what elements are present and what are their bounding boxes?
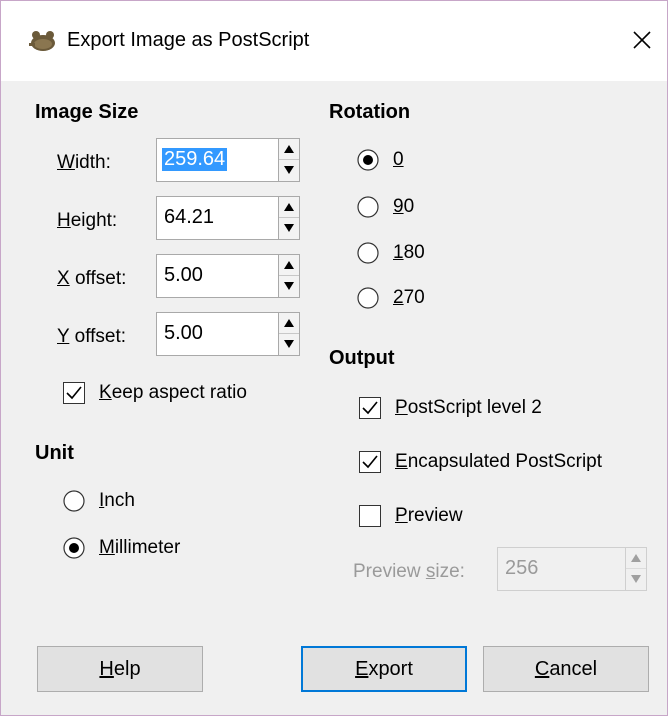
x-offset-spinbox[interactable]: 5.00: [156, 254, 300, 298]
gimp-app-icon: [29, 31, 55, 51]
unit-millimeter-label: Millimeter: [99, 537, 181, 558]
arrow-up-icon: [631, 554, 641, 562]
width-spinbox[interactable]: 259.64: [156, 138, 300, 182]
rotation-180-radio[interactable]: [357, 242, 379, 264]
y-offset-spinbox[interactable]: 5.00: [156, 312, 300, 356]
title-bar: Export Image as PostScript: [1, 1, 667, 81]
y-offset-label: Y offset:: [57, 326, 127, 347]
image-size-heading: Image Size: [35, 101, 139, 123]
arrow-down-icon: [284, 166, 294, 174]
arrow-down-icon: [631, 575, 641, 583]
postscript-level2-label: PostScript level 2: [395, 397, 542, 418]
arrow-up-icon: [284, 261, 294, 269]
keep-aspect-label: Keep aspect ratio: [99, 382, 247, 403]
rotation-0-label: 0: [393, 149, 404, 170]
x-offset-value[interactable]: 5.00: [164, 264, 203, 287]
x-offset-decrement-button[interactable]: [279, 276, 299, 297]
width-decrement-button[interactable]: [279, 160, 299, 181]
window-title: Export Image as PostScript: [67, 29, 310, 51]
width-increment-button[interactable]: [279, 139, 299, 160]
rotation-heading: Rotation: [329, 101, 411, 123]
arrow-down-icon: [284, 224, 294, 232]
encapsulated-postscript-checkbox[interactable]: [359, 451, 381, 473]
preview-size-increment-button: [626, 548, 646, 569]
postscript-level2-checkbox[interactable]: [359, 397, 381, 419]
rotation-90-label: 90: [393, 196, 415, 217]
width-value[interactable]: 259.64: [162, 148, 228, 171]
rotation-270-label: 270: [393, 287, 425, 308]
arrow-up-icon: [284, 203, 294, 211]
y-offset-increment-button[interactable]: [279, 313, 299, 334]
arrow-up-icon: [284, 319, 294, 327]
export-button[interactable]: Export: [301, 646, 467, 692]
width-label: Width:: [57, 152, 111, 173]
preview-label: Preview: [395, 505, 463, 526]
arrow-down-icon: [284, 340, 294, 348]
y-offset-value[interactable]: 5.00: [164, 322, 203, 345]
height-decrement-button[interactable]: [279, 218, 299, 239]
preview-size-value: 256: [505, 557, 539, 579]
rotation-180-label: 180: [393, 242, 425, 263]
unit-heading: Unit: [35, 442, 74, 464]
preview-size-label: Preview size:: [353, 561, 465, 582]
help-button[interactable]: Help: [37, 646, 203, 692]
preview-checkbox[interactable]: [359, 505, 381, 527]
rotation-90-radio[interactable]: [357, 196, 379, 218]
preview-size-spinbox: 256: [497, 547, 647, 591]
arrow-up-icon: [284, 145, 294, 153]
x-offset-increment-button[interactable]: [279, 255, 299, 276]
y-offset-decrement-button[interactable]: [279, 334, 299, 355]
unit-inch-label: Inch: [99, 490, 135, 511]
output-heading: Output: [329, 347, 395, 369]
unit-millimeter-radio[interactable]: [63, 537, 85, 559]
height-label: Height:: [57, 210, 118, 231]
keep-aspect-checkbox[interactable]: [63, 382, 85, 404]
rotation-270-radio[interactable]: [357, 287, 379, 309]
export-dialog: Export Image as PostScript Image Size Wi…: [0, 0, 668, 716]
arrow-down-icon: [284, 282, 294, 290]
x-offset-label: X offset:: [57, 268, 127, 289]
height-spinbox[interactable]: 64.21: [156, 196, 300, 240]
height-value[interactable]: 64.21: [164, 206, 214, 229]
preview-size-decrement-button: [626, 569, 646, 590]
cancel-button[interactable]: Cancel: [483, 646, 649, 692]
unit-inch-radio[interactable]: [63, 490, 85, 512]
rotation-0-radio[interactable]: [357, 149, 379, 171]
encapsulated-postscript-label: Encapsulated PostScript: [395, 451, 603, 472]
close-icon[interactable]: [629, 27, 655, 53]
height-increment-button[interactable]: [279, 197, 299, 218]
